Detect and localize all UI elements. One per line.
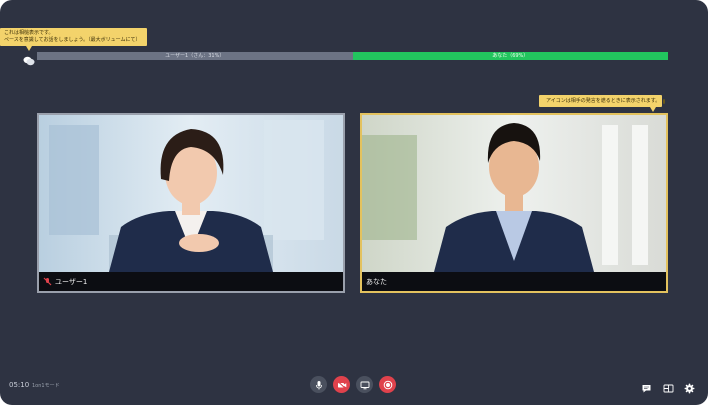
screen-share-icon: [360, 381, 369, 389]
participant-tile-user1[interactable]: ユーザー1: [37, 113, 345, 293]
meeting-mode-label: 1on1モード: [32, 383, 60, 389]
hint-tooltip-top: これは相槌表示です。 ペースを意識してお話をしましょう。（最大ボリュームにて）: [0, 28, 147, 51]
mic-button[interactable]: [310, 376, 327, 393]
screen-share-button[interactable]: [356, 376, 373, 393]
hint-line-2: ペースを意識してお話をしましょう。（最大ボリュームにて）: [4, 37, 141, 43]
hint-right-text: アイコンは相手の発言を遮るときに表示されます。: [546, 97, 661, 104]
mic-off-icon: [43, 277, 52, 286]
speaking-ratio-bar: ユーザー1（さん：31%） あなた（69%）: [37, 52, 668, 60]
speaking-ratio-user: ユーザー1（さん：31%）: [37, 52, 353, 60]
layout-icon: [663, 384, 674, 393]
layout-button[interactable]: [663, 379, 674, 393]
hint-tooltip-right: アイコンは相手の発言を遮るときに表示されます。: [539, 95, 666, 112]
participant-name-you: あなた: [366, 277, 387, 286]
meeting-window: これは相槌表示です。 ペースを意識してお話をしましょう。（最大ボリュームにて） …: [0, 0, 708, 405]
record-button[interactable]: [379, 376, 396, 393]
participant-video-user1: [39, 115, 343, 272]
speaking-ratio-you: あなた（69%）: [352, 52, 668, 60]
participant-nameplate-user1: ユーザー1: [39, 272, 343, 291]
camera-button[interactable]: [333, 376, 350, 393]
settings-button[interactable]: [684, 379, 695, 394]
participant-name-user1: ユーザー1: [55, 277, 88, 286]
participant-nameplate-you: あなた: [362, 272, 666, 291]
chat-button[interactable]: [641, 379, 652, 393]
meeting-timer: 05:10: [9, 381, 30, 389]
participant-tile-you[interactable]: あなた: [360, 113, 668, 293]
hint-line-1: これは相槌表示です。: [4, 30, 54, 36]
record-icon: [383, 380, 392, 389]
chat-bubbles-icon[interactable]: [23, 51, 35, 66]
gear-icon: [684, 383, 695, 394]
chat-icon: [642, 385, 651, 393]
microphone-icon: [315, 380, 322, 389]
tooltip-close-icon[interactable]: [663, 98, 666, 104]
camera-off-icon: [337, 380, 346, 389]
participant-video-you: [362, 115, 666, 272]
